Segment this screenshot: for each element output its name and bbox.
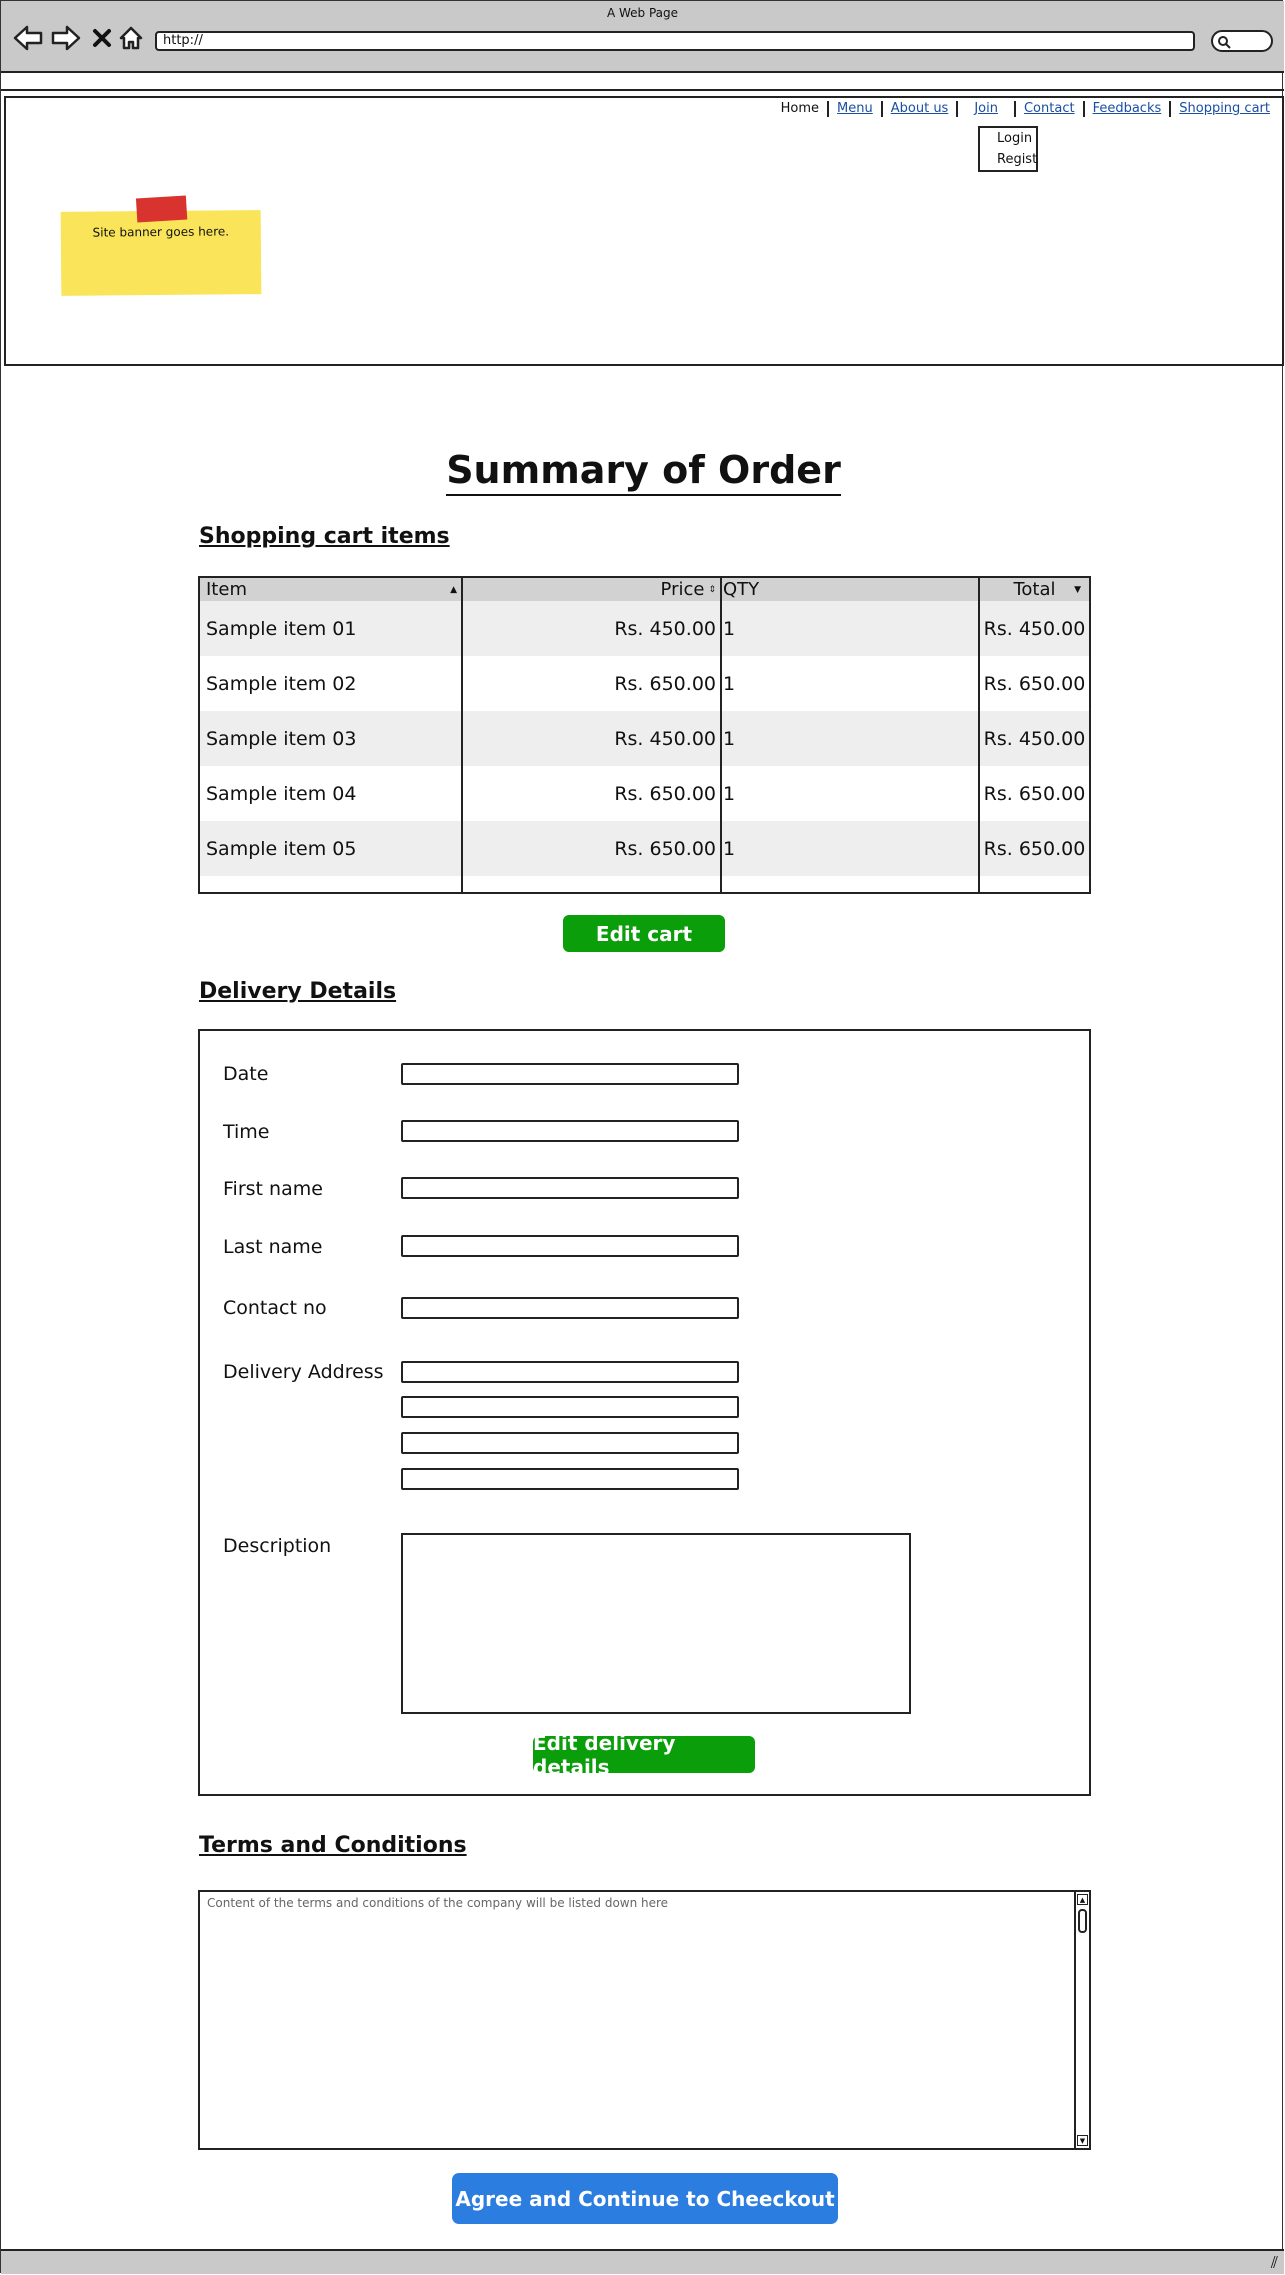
address-line-3-field[interactable] [401,1432,739,1454]
join-dropdown: Login Regist [978,126,1038,172]
cell-price: Rs. 450.00 [614,727,716,750]
back-icon[interactable] [11,21,45,55]
cell-qty: 1 [723,837,736,860]
address-line-1-field[interactable] [401,1361,739,1383]
table-row[interactable]: Sample item 04 Rs. 650.00 1 Rs. 650.00 [200,766,1089,821]
cell-item: Sample item 04 [206,782,357,805]
cell-item: Sample item 05 [206,837,357,860]
cell-total: Rs. 450.00 [983,617,1086,640]
banner-text: Site banner goes here. [92,224,230,240]
terms-scrollbar[interactable]: ▲ ▼ [1074,1892,1089,2148]
cell-item: Sample item 01 [206,617,357,640]
resize-grip-icon[interactable]: ⫽ [1271,2253,1278,2273]
column-divider [720,578,722,892]
nav-join[interactable]: Join [956,101,1014,117]
table-header: Item ▲ Price ⇕ QTY Total ▼ [200,578,1089,601]
agree-continue-checkout-button[interactable]: Agree and Continue to Cheeckout [452,2173,838,2224]
url-bar[interactable]: http:// [155,31,1195,51]
column-header-total[interactable]: Total ▼ [980,578,1089,601]
cell-item: Sample item 02 [206,672,357,695]
address-line-4-field[interactable] [401,1468,739,1490]
top-navigation: Home Menu About us Join Contact Feedback… [773,101,1278,117]
address-line-2-field[interactable] [401,1396,739,1418]
delivery-address-label: Delivery Address [223,1361,384,1383]
cell-qty: 1 [723,782,736,805]
table-row[interactable]: Sample item 03 Rs. 450.00 1 Rs. 450.00 [200,711,1089,766]
table-row[interactable]: Sample item 02 Rs. 650.00 1 Rs. 650.00 [200,656,1089,711]
toolbar-divider [1,89,1284,91]
sort-down-icon: ▼ [1074,584,1081,595]
column-divider [978,578,980,892]
cell-price: Rs. 450.00 [614,617,716,640]
last-name-field[interactable] [401,1235,739,1257]
table-row[interactable]: Sample item 05 Rs. 650.00 1 Rs. 650.00 [200,821,1089,876]
terms-heading: Terms and Conditions [199,1833,467,1858]
browser-search-field[interactable] [1211,30,1273,52]
nav-about-us[interactable]: About us [880,101,957,117]
column-divider [461,578,463,892]
window-title: A Web Page [606,6,679,20]
cell-qty: 1 [723,617,736,640]
cell-total: Rs. 650.00 [983,672,1086,695]
sort-up-icon: ▲ [450,584,457,595]
date-label: Date [223,1063,269,1085]
nav-home[interactable]: Home [773,101,827,117]
cell-item: Sample item 03 [206,727,357,750]
site-banner-note: Site banner goes here. [60,195,262,296]
first-name-label: First name [223,1178,323,1200]
cell-qty: 1 [723,727,736,750]
home-icon[interactable] [114,21,148,55]
scroll-down-icon[interactable]: ▼ [1077,2135,1088,2146]
browser-statusbar: ⫽ [1,2249,1284,2274]
dropdown-item-register[interactable]: Regist [980,149,1037,170]
edit-delivery-details-button[interactable]: Edit delivery details [533,1731,755,1779]
description-textarea[interactable] [401,1533,911,1714]
nav-menu[interactable]: Menu [827,101,881,117]
cell-total: Rs. 650.00 [983,837,1086,860]
terms-textbox[interactable]: Content of the terms and conditions of t… [198,1890,1091,2150]
forward-icon[interactable] [49,21,83,55]
description-label: Description [223,1535,332,1557]
cell-price: Rs. 650.00 [614,837,716,860]
page-title: Summary of Order [1,448,1285,496]
column-header-item[interactable]: Item ▲ [206,578,461,601]
cell-qty: 1 [723,672,736,695]
last-name-label: Last name [223,1236,323,1258]
column-header-price[interactable]: Price ⇕ [461,578,718,601]
nav-shopping-cart[interactable]: Shopping cart [1169,101,1278,117]
edit-cart-button[interactable]: Edit cart [563,915,725,952]
table-row[interactable]: Sample item 01 Rs. 450.00 1 Rs. 450.00 [200,601,1089,656]
tape-decoration [135,195,188,223]
contact-no-field[interactable] [401,1297,739,1319]
cell-price: Rs. 650.00 [614,782,716,805]
cell-total: Rs. 650.00 [983,782,1086,805]
time-label: Time [223,1121,270,1143]
dropdown-item-login[interactable]: Login [980,128,1036,149]
nav-feedbacks[interactable]: Feedbacks [1082,101,1170,117]
sort-icon: ⇕ [708,584,716,595]
scroll-thumb[interactable] [1078,1909,1087,1933]
contact-no-label: Contact no [223,1297,327,1319]
cell-price: Rs. 650.00 [614,672,716,695]
date-field[interactable] [401,1063,739,1085]
cell-total: Rs. 450.00 [983,727,1086,750]
first-name-field[interactable] [401,1177,739,1199]
time-field[interactable] [401,1120,739,1142]
cart-table: Item ▲ Price ⇕ QTY Total ▼ Sample item 01… [198,576,1091,894]
scroll-up-icon[interactable]: ▲ [1077,1894,1088,1905]
delivery-heading: Delivery Details [199,979,397,1004]
nav-contact[interactable]: Contact [1013,101,1083,117]
terms-content: Content of the terms and conditions of t… [207,1896,669,1910]
browser-window: A Web Page http:// Home Menu About us Jo… [0,0,1285,2274]
column-header-qty[interactable]: QTY [723,578,978,601]
browser-toolbar: A Web Page http:// [1,1,1284,73]
cart-heading: Shopping cart items [199,524,450,549]
